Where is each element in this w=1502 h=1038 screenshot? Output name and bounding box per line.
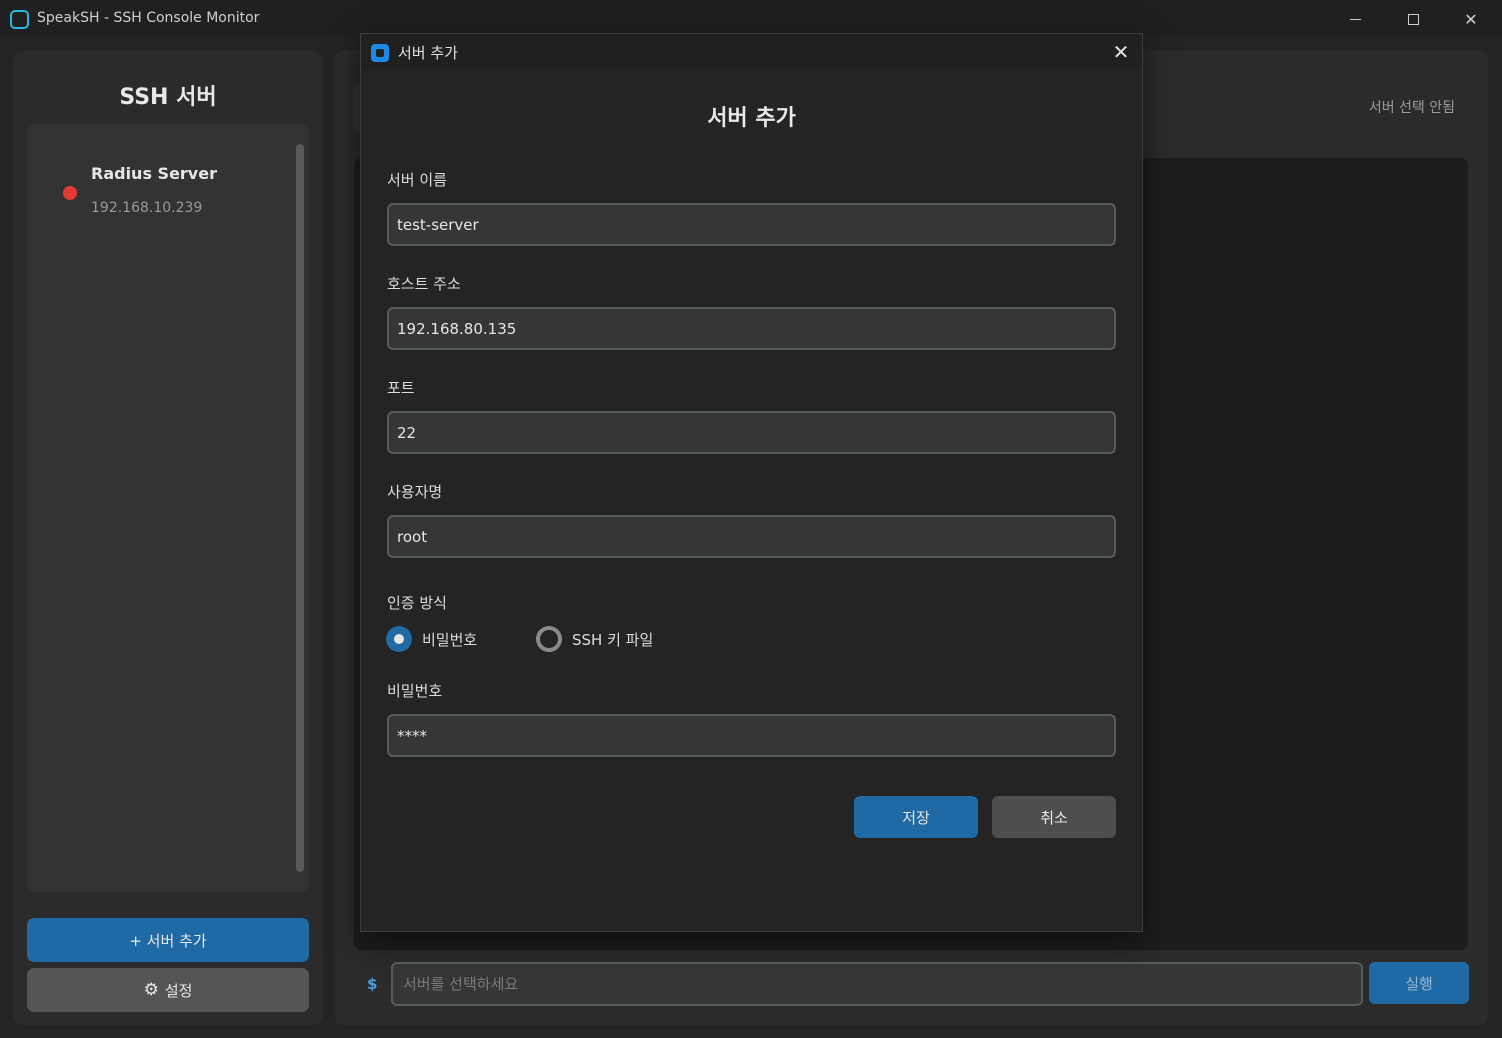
password-label: 비밀번호 (387, 682, 443, 700)
server-list-item[interactable]: Radius Server 192.168.10.239 (27, 154, 287, 224)
save-button[interactable]: 저장 (854, 796, 978, 838)
dialog-window-title: 서버 추가 (398, 44, 458, 62)
host-label: 호스트 주소 (387, 275, 461, 293)
server-host: 192.168.10.239 (91, 200, 203, 216)
settings-label: 설정 (164, 981, 193, 1000)
window-title: SpeakSH - SSH Console Monitor (37, 10, 260, 26)
auth-key-radio[interactable]: SSH 키 파일 (536, 626, 653, 652)
username-field[interactable]: root (387, 515, 1116, 558)
username-label: 사용자명 (387, 483, 443, 501)
radio-selected-icon (386, 626, 412, 652)
auth-password-radio[interactable]: 비밀번호 (386, 626, 477, 652)
command-input[interactable] (391, 962, 1363, 1006)
radio-unselected-icon (536, 626, 562, 652)
gear-icon: ⚙ (143, 980, 159, 1000)
server-name-field[interactable]: test-server (387, 203, 1116, 246)
port-field[interactable]: 22 (387, 411, 1116, 454)
close-button[interactable]: ✕ (1442, 0, 1500, 38)
auth-key-label: SSH 키 파일 (572, 630, 654, 649)
app-icon (10, 10, 29, 29)
host-field[interactable]: 192.168.80.135 (387, 307, 1116, 350)
auth-method-label: 인증 방식 (387, 594, 447, 612)
server-select-hint: 서버 선택 안됨 (1368, 100, 1455, 116)
maximize-button[interactable] (1384, 0, 1442, 38)
port-label: 포트 (387, 379, 415, 397)
settings-button[interactable]: ⚙ 설정 (27, 968, 309, 1012)
maximize-icon (1407, 13, 1419, 25)
auth-password-label: 비밀번호 (422, 630, 478, 649)
add-server-dialog: 서버 추가 ✕ 서버 추가 서버 이름 test-server 호스트 주소 1… (360, 33, 1143, 932)
cancel-button[interactable]: 취소 (992, 796, 1116, 838)
server-list: Radius Server 192.168.10.239 (27, 124, 309, 892)
minimize-button[interactable] (1326, 0, 1384, 38)
dialog-app-icon (371, 44, 389, 62)
status-dot-icon (63, 186, 77, 200)
sidebar: SSH 서버 Radius Server 192.168.10.239 + 서버… (14, 51, 322, 1025)
server-list-scrollbar[interactable] (296, 144, 304, 872)
minimize-icon (1349, 18, 1361, 20)
server-name-label: 서버 이름 (387, 171, 447, 189)
dialog-close-button[interactable]: ✕ (1109, 40, 1133, 64)
add-server-button[interactable]: + 서버 추가 (27, 918, 309, 962)
password-field[interactable]: **** (387, 714, 1116, 757)
run-button[interactable]: 실행 (1369, 962, 1469, 1004)
prompt-symbol: $ (367, 975, 378, 993)
dialog-title-bar: 서버 추가 ✕ (361, 34, 1142, 70)
sidebar-title: SSH 서버 (119, 85, 217, 110)
server-name: Radius Server (91, 164, 217, 183)
dialog-heading: 서버 추가 (707, 106, 796, 131)
